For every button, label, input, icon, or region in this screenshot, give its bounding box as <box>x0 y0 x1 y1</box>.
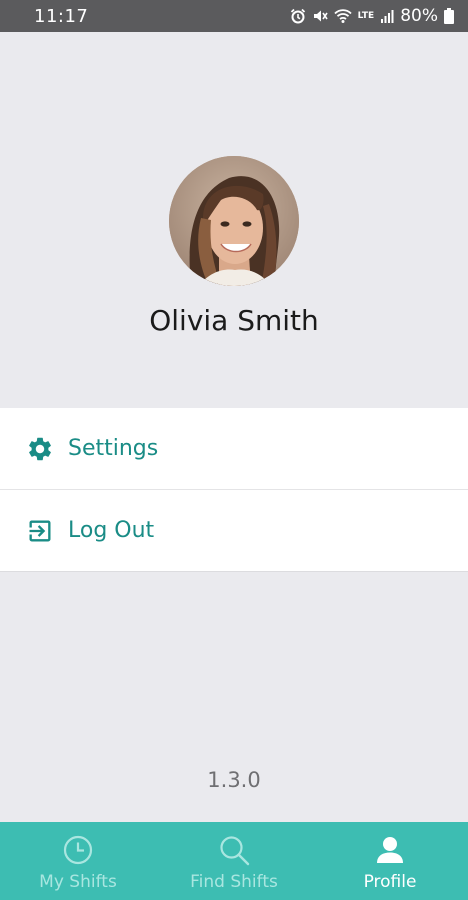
person-icon <box>374 834 406 866</box>
nav-my-shifts-label: My Shifts <box>39 872 117 892</box>
settings-menu-item[interactable]: Settings <box>0 408 468 490</box>
search-icon <box>218 834 250 866</box>
logout-icon <box>26 517 54 545</box>
nav-profile[interactable]: Profile <box>312 822 468 900</box>
nav-profile-label: Profile <box>363 872 417 892</box>
status-time: 11:17 <box>34 5 89 27</box>
bottom-nav: My Shifts Find Shifts Profile <box>0 822 468 900</box>
wifi-icon <box>334 8 352 24</box>
settings-label: Settings <box>68 436 159 461</box>
gear-icon <box>26 435 54 463</box>
profile-menu: Settings Log Out <box>0 408 468 572</box>
logout-menu-item[interactable]: Log Out <box>0 490 468 572</box>
battery-icon <box>444 8 454 24</box>
alarm-icon <box>290 8 306 24</box>
battery-percent: 80% <box>400 6 438 26</box>
nav-find-shifts-label: Find Shifts <box>190 872 278 892</box>
avatar[interactable] <box>169 156 299 286</box>
signal-icon <box>380 9 394 23</box>
profile-name: Olivia Smith <box>149 304 319 337</box>
logout-label: Log Out <box>68 518 155 543</box>
app-version: 1.3.0 <box>207 768 261 792</box>
lte-icon: LTE <box>357 10 375 21</box>
status-icons: LTE 80% <box>290 6 454 26</box>
clock-icon <box>62 834 94 866</box>
profile-header: Olivia Smith <box>0 32 468 408</box>
mute-icon <box>312 8 328 24</box>
nav-find-shifts[interactable]: Find Shifts <box>156 822 312 900</box>
status-bar: 11:17 LTE 80% <box>0 0 468 32</box>
nav-my-shifts[interactable]: My Shifts <box>0 822 156 900</box>
